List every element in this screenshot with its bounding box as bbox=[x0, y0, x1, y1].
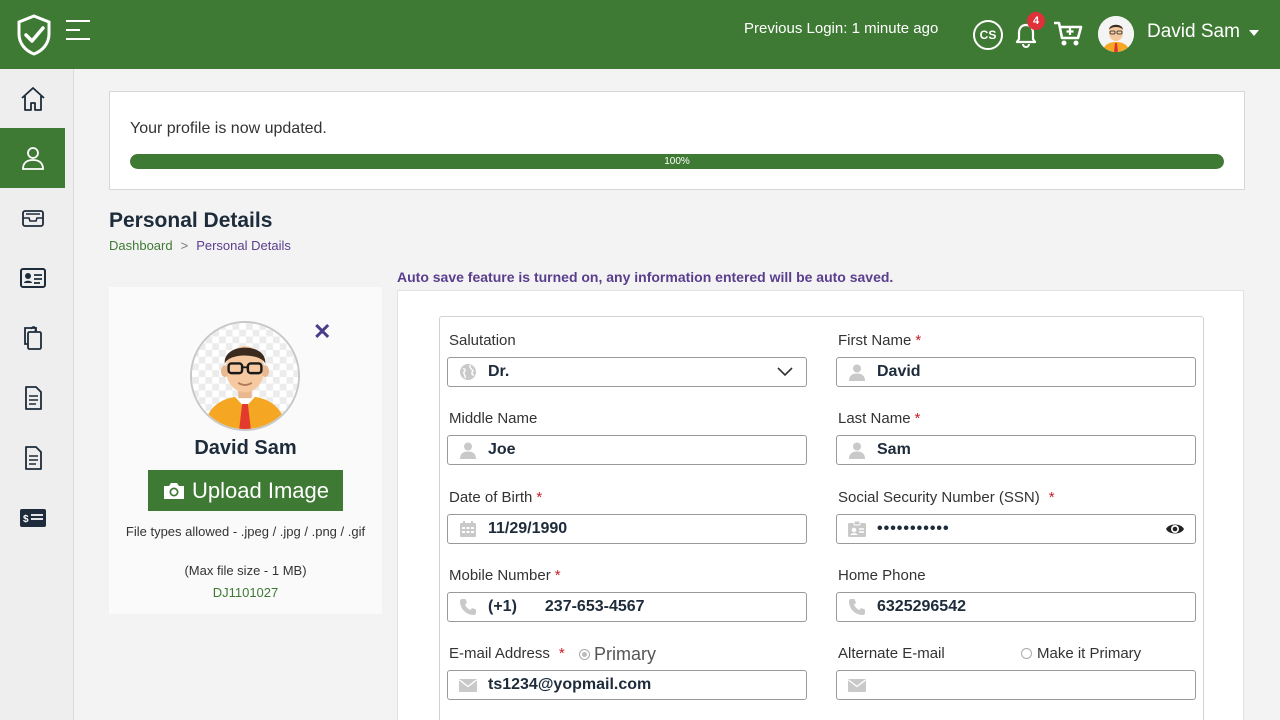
person-icon bbox=[849, 364, 865, 381]
phone-icon bbox=[460, 599, 476, 615]
calendar-icon bbox=[460, 521, 476, 537]
profile-name: David Sam bbox=[194, 437, 297, 459]
documents-icon bbox=[23, 326, 42, 350]
profile-progress-bar: 100% bbox=[130, 154, 1224, 169]
home-phone-label: Home Phone bbox=[838, 567, 926, 584]
profile-updated-notice: Your profile is now updated. 100% bbox=[109, 91, 1245, 190]
cart-plus-icon[interactable] bbox=[1053, 20, 1083, 48]
previous-login-text: Previous Login: 1 minute ago bbox=[744, 20, 939, 37]
first-name-field[interactable]: David bbox=[836, 357, 1196, 387]
id-badge-icon bbox=[848, 520, 866, 537]
file-text-icon bbox=[24, 446, 42, 470]
email-value: ts1234@yopmail.com bbox=[488, 676, 652, 693]
top-bar: Previous Login: 1 minute ago CS 4 David … bbox=[0, 0, 1280, 69]
email-primary-label: Primary bbox=[594, 644, 656, 664]
email-label: E-mail Address * bbox=[449, 645, 565, 662]
salutation-select[interactable]: Dr. bbox=[447, 357, 807, 387]
breadcrumb: Dashboard > Personal Details bbox=[109, 238, 291, 253]
sidebar-item-inbox[interactable] bbox=[0, 188, 65, 248]
envelope-icon bbox=[848, 678, 866, 692]
user-avatar[interactable] bbox=[1098, 16, 1134, 52]
user-icon bbox=[21, 147, 44, 170]
notification-badge: 4 bbox=[1027, 12, 1045, 30]
breadcrumb-current: Personal Details bbox=[196, 238, 291, 253]
sidebar-item-profile[interactable] bbox=[0, 128, 65, 188]
page-title: Personal Details bbox=[109, 209, 273, 232]
last-name-value: Sam bbox=[877, 441, 911, 458]
file-icon bbox=[24, 386, 42, 410]
alt-email-field[interactable] bbox=[836, 670, 1196, 700]
sidebar-item-documents[interactable] bbox=[0, 308, 65, 368]
radio-selected-icon bbox=[579, 649, 590, 660]
sidebar-item-id-card[interactable] bbox=[0, 248, 65, 308]
max-file-size-note: (Max file size - 1 MB) bbox=[184, 563, 307, 578]
alt-email-label: Alternate E-mail bbox=[838, 645, 945, 662]
chevron-down-icon bbox=[777, 367, 793, 377]
home-phone-value: 6325296542 bbox=[877, 598, 966, 615]
upload-image-button[interactable]: Upload Image bbox=[148, 470, 343, 511]
svg-text:$: $ bbox=[23, 514, 29, 525]
user-name-menu[interactable]: David Sam bbox=[1147, 21, 1240, 43]
upload-image-label: Upload Image bbox=[192, 477, 329, 503]
inbox-icon bbox=[21, 210, 44, 227]
dob-label: Date of Birth * bbox=[449, 489, 543, 506]
middle-name-field[interactable]: Joe bbox=[447, 435, 807, 465]
ssn-field[interactable]: ••••••••••• bbox=[836, 514, 1196, 544]
salutation-label: Salutation bbox=[449, 332, 516, 349]
phone-icon bbox=[849, 599, 865, 615]
breadcrumb-separator: > bbox=[180, 238, 189, 253]
sidebar-item-home[interactable] bbox=[0, 69, 65, 129]
home-phone-field[interactable]: 6325296542 bbox=[836, 592, 1196, 622]
remove-image-close-icon[interactable]: ✕ bbox=[313, 319, 331, 345]
person-icon bbox=[849, 442, 865, 459]
sidebar-item-file[interactable] bbox=[0, 368, 65, 428]
ssn-masked-value: ••••••••••• bbox=[877, 520, 950, 537]
email-field[interactable]: ts1234@yopmail.com bbox=[447, 670, 807, 700]
id-card-icon bbox=[19, 268, 46, 288]
profile-id: DJ1101027 bbox=[212, 585, 279, 600]
shield-check-logo-icon[interactable] bbox=[16, 14, 52, 56]
profile-avatar bbox=[190, 321, 300, 431]
progress-fill: 100% bbox=[130, 154, 1224, 169]
dob-value: 11/29/1990 bbox=[488, 520, 568, 537]
user-menu-caret-icon[interactable] bbox=[1249, 30, 1259, 36]
notice-message: Your profile is now updated. bbox=[130, 120, 327, 137]
file-types-note: File types allowed - .jpeg / .jpg / .png… bbox=[125, 524, 366, 539]
email-primary-radio[interactable]: Primary bbox=[579, 644, 656, 665]
salutation-value: Dr. bbox=[488, 363, 510, 380]
eye-icon[interactable] bbox=[1165, 521, 1185, 537]
make-primary-radio[interactable]: Make it Primary bbox=[1021, 645, 1141, 662]
form-fields-panel: Salutation Dr. First Name * David Middle … bbox=[439, 316, 1204, 720]
sidebar-item-payment[interactable]: $ bbox=[0, 488, 65, 548]
sidebar-item-file-text[interactable] bbox=[0, 428, 65, 488]
payment-card-icon: $ bbox=[19, 509, 46, 527]
globe-icon bbox=[460, 364, 476, 380]
middle-name-value: Joe bbox=[488, 441, 516, 458]
person-icon bbox=[460, 442, 476, 459]
ssn-label: Social Security Number (SSN) * bbox=[838, 489, 1055, 506]
profile-card: ✕ David Sam Upload Image File types allo… bbox=[109, 287, 382, 614]
autosave-notice: Auto save feature is turned on, any info… bbox=[397, 269, 894, 285]
envelope-icon bbox=[459, 678, 477, 692]
last-name-field[interactable]: Sam bbox=[836, 435, 1196, 465]
personal-details-form: Salutation Dr. First Name * David Middle … bbox=[397, 290, 1244, 720]
cs-icon[interactable]: CS bbox=[973, 20, 1003, 50]
mobile-value: 237-653-4567 bbox=[544, 598, 645, 615]
breadcrumb-dashboard-link[interactable]: Dashboard bbox=[109, 238, 173, 253]
mobile-label: Mobile Number * bbox=[449, 567, 561, 584]
last-name-label: Last Name * bbox=[838, 410, 921, 427]
dob-field[interactable]: 11/29/1990 bbox=[447, 514, 807, 544]
home-icon bbox=[20, 87, 45, 111]
mobile-field[interactable]: (+1) 237-653-4567 bbox=[447, 592, 807, 622]
mobile-country-code: (+1) bbox=[488, 598, 517, 615]
middle-name-label: Middle Name bbox=[449, 410, 538, 427]
first-name-value: David bbox=[877, 363, 921, 380]
radio-unselected-icon bbox=[1021, 648, 1032, 659]
first-name-label: First Name * bbox=[838, 332, 922, 349]
camera-icon bbox=[164, 482, 184, 499]
hamburger-menu-icon[interactable] bbox=[64, 18, 94, 42]
make-primary-label: Make it Primary bbox=[1037, 645, 1142, 662]
sidebar: $ bbox=[0, 69, 74, 720]
